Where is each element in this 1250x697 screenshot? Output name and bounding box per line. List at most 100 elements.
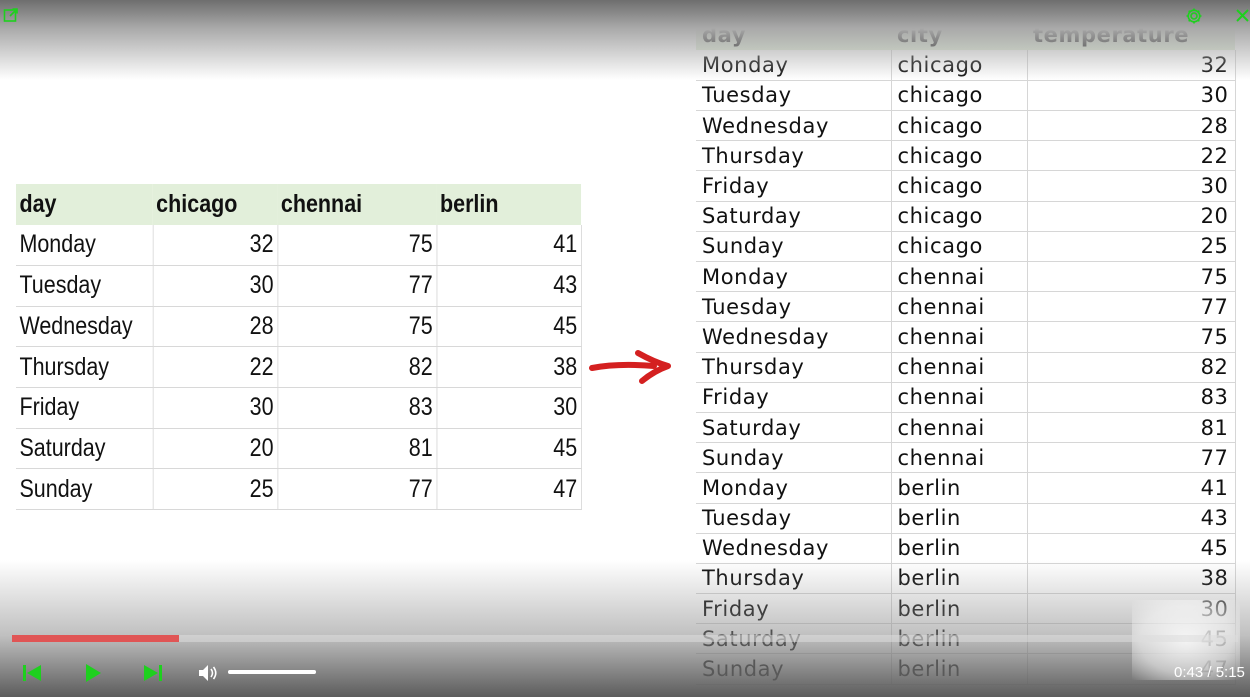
long-table-cell: 75	[1027, 321, 1236, 353]
table-row: Wednesday chicago 28	[696, 110, 1236, 142]
long-table-cell: Thursday	[696, 563, 892, 595]
long-table-cell: berlin	[891, 503, 1028, 534]
volume-slider-level	[228, 670, 316, 674]
long-table-cell: Wednesday	[696, 110, 892, 142]
popout-icon[interactable]	[3, 7, 19, 23]
long-table-cell: Tuesday	[696, 80, 892, 112]
wide-table-cell: 30	[436, 387, 582, 429]
wide-table-cell: Wednesday	[16, 306, 154, 348]
wide-table-cell: 28	[152, 306, 278, 348]
long-table-cell: Monday	[696, 50, 892, 81]
long-table-cell: 75	[1027, 261, 1236, 293]
long-table-cell: chennai	[891, 442, 1028, 474]
wide-table-cell: 75	[277, 306, 437, 348]
wide-table-cell: 82	[277, 346, 437, 388]
long-table-cell: chicago	[891, 50, 1028, 81]
table-row: Monday 32 75 41	[16, 224, 582, 266]
wide-table-cell: 22	[152, 346, 278, 388]
wide-table-cell: 77	[277, 468, 437, 510]
table-row: Friday chennai 83	[696, 382, 1236, 413]
long-table-cell: Tuesday	[696, 291, 892, 323]
table-row: Saturday chicago 20	[696, 201, 1236, 232]
long-table-cell: chennai	[891, 412, 1028, 444]
seek-bar[interactable]	[12, 635, 1238, 642]
long-table-cell: Monday	[696, 472, 892, 504]
long-table-cell: Sunday	[696, 653, 892, 685]
table-row: Friday 30 83 30	[16, 387, 582, 429]
long-format-table: day city temperature Monday chicago 32 Tues…	[696, 20, 1236, 685]
gear-icon[interactable]	[1185, 7, 1203, 25]
wide-table-cell: Tuesday	[16, 265, 154, 307]
volume-icon[interactable]	[198, 664, 218, 682]
wide-table-cell: 83	[277, 387, 437, 429]
wide-table-cell: 45	[436, 428, 582, 470]
long-table-cell: 30	[1027, 170, 1236, 202]
wide-table-cell: 43	[436, 265, 582, 307]
table-row: Thursday chicago 22	[696, 140, 1236, 172]
long-table-cell: Tuesday	[696, 503, 892, 534]
table-row: Wednesday 28 75 45	[16, 306, 582, 348]
wide-header-cell: chicago	[152, 184, 278, 225]
long-table-cell: 82	[1027, 352, 1236, 383]
long-table-cell: Thursday	[696, 352, 892, 383]
wide-table-cell: 20	[152, 428, 278, 470]
table-row: Tuesday 30 77 43	[16, 265, 582, 307]
long-header-cell: temperature	[1027, 20, 1235, 51]
wide-table-cell: 30	[152, 265, 278, 307]
long-table-cell: 22	[1027, 140, 1236, 172]
long-table-cell: Sunday	[696, 231, 892, 263]
table-row: Tuesday chicago 30	[696, 80, 1236, 112]
long-table-cell: 43	[1027, 503, 1236, 534]
table-row: Thursday 22 82 38	[16, 346, 582, 388]
wide-table-cell: 75	[277, 224, 437, 266]
table-row: Tuesday chennai 77	[696, 291, 1236, 323]
long-table-cell: 25	[1027, 231, 1236, 263]
long-table-cell: Wednesday	[696, 321, 892, 353]
wide-header-cell: berlin	[436, 184, 582, 225]
table-row: Sunday chennai 77	[696, 442, 1236, 474]
long-table-header-row: day city temperature	[696, 20, 1235, 51]
wide-table-cell: 81	[277, 428, 437, 470]
long-table-cell: chicago	[891, 201, 1028, 232]
table-row: Wednesday berlin 45	[696, 533, 1236, 564]
table-row: Tuesday berlin 43	[696, 503, 1236, 534]
wide-table-cell: Thursday	[16, 346, 154, 388]
table-row: Thursday berlin 38	[696, 563, 1236, 595]
long-table-cell: 20	[1027, 201, 1236, 232]
long-table-cell: chicago	[891, 140, 1028, 172]
long-table-cell: berlin	[891, 653, 1028, 685]
wide-table-cell: 41	[436, 224, 582, 266]
table-row: Wednesday chennai 75	[696, 321, 1236, 353]
long-table-cell: chennai	[891, 382, 1028, 413]
long-table-cell: berlin	[891, 593, 1028, 625]
wide-table-cell: 30	[152, 387, 278, 429]
table-row: Monday chennai 75	[696, 261, 1236, 293]
table-row: Monday berlin 41	[696, 472, 1236, 504]
long-table-cell: 83	[1027, 382, 1236, 413]
long-table-cell: Friday	[696, 382, 892, 413]
long-table-cell: chicago	[891, 231, 1028, 263]
close-icon[interactable]	[1235, 8, 1250, 23]
long-header-cell: city	[891, 20, 1027, 51]
skip-previous-icon[interactable]	[22, 664, 42, 682]
wide-table-cell: Saturday	[16, 428, 154, 470]
table-row: Sunday 25 77 47	[16, 468, 582, 510]
long-table-cell: chicago	[891, 170, 1028, 202]
play-icon[interactable]	[84, 663, 102, 683]
long-table-cell: Friday	[696, 170, 892, 202]
wide-table-cell: Sunday	[16, 468, 154, 510]
skip-next-icon[interactable]	[143, 664, 163, 682]
wide-table-cell: 32	[152, 224, 278, 266]
table-row: Thursday chennai 82	[696, 352, 1236, 383]
long-table-cell: berlin	[891, 472, 1028, 504]
seek-bar-progress	[12, 635, 180, 642]
wide-table-cell: Monday	[16, 224, 154, 266]
long-table-cell: 81	[1027, 412, 1236, 444]
long-header-cell: day	[696, 20, 891, 51]
wide-header-cell: chennai	[277, 184, 437, 225]
long-table-cell: chicago	[891, 110, 1028, 142]
time-display: 0:43 / 5:15	[1174, 664, 1245, 681]
long-table-cell: 77	[1027, 442, 1236, 474]
long-table-cell: Sunday	[696, 442, 892, 474]
volume-slider[interactable]	[228, 670, 316, 674]
